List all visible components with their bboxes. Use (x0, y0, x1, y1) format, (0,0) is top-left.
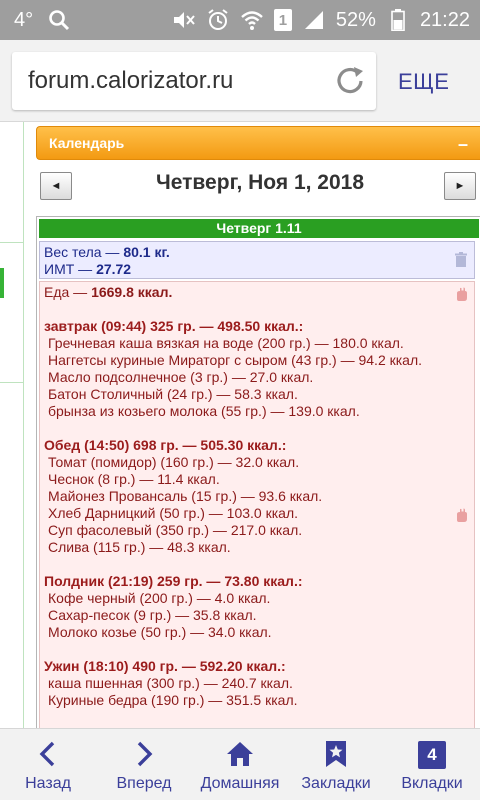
address-bar[interactable]: forum.calorizator.ru (12, 52, 376, 110)
bookmarks-button[interactable]: Закладки (288, 729, 384, 800)
search-icon (47, 8, 71, 32)
meal-title: Обед (14:50) 698 гр. — 505.30 ккал.: (44, 437, 287, 453)
collapse-icon[interactable]: – (458, 134, 468, 155)
trash-icon[interactable] (454, 252, 468, 268)
list-item: Томат (помидор) (160 гр.) — 32.0 ккал. (48, 454, 300, 470)
date-title: Четверг, Ноя 1, 2018 (155, 171, 365, 194)
home-label: Домашняя (200, 775, 280, 792)
more-menu-button[interactable]: ЕЩЕ (398, 69, 449, 95)
next-day-button[interactable]: ► (444, 172, 476, 200)
list-item: Слива (115 гр.) — 48.3 ккал. (48, 539, 231, 555)
food-label: Еда — (44, 284, 92, 300)
signal-icon (302, 8, 326, 32)
food-box: Еда — 1669.8 ккал. завтрак (09:44) 325 г… (39, 281, 475, 728)
forward-label: Вперед (116, 775, 172, 792)
browser-toolbar: forum.calorizator.ru ЕЩЕ (0, 40, 480, 122)
meal-title: завтрак (09:44) 325 гр. — 498.50 ккал.: (44, 318, 304, 334)
page-content: Календарь – ◄ Четверг, Ноя 1, 2018 ► Чет… (0, 122, 480, 728)
tabs-label: Вкладки (401, 775, 463, 792)
home-icon (226, 739, 254, 769)
list-item: Наггетсы куриные Мираторг с сыром (43 гр… (48, 352, 423, 368)
weight-label: Вес тела — (44, 244, 124, 260)
wifi-icon (240, 8, 264, 32)
battery-percent: 52% (335, 8, 376, 31)
list-item: Масло подсолнечное (3 гр.) — 27.0 ккал. (48, 369, 314, 385)
home-button[interactable]: Домашняя (192, 729, 288, 800)
battery-icon (386, 8, 410, 32)
clock: 21:22 (419, 8, 470, 31)
calendar-header[interactable]: Календарь – (36, 126, 480, 160)
back-label: Назад (25, 775, 71, 792)
weight-box: Вес тела — 80.1 кг. ИМТ — 27.72 (39, 241, 475, 279)
list-item: Майонез Провансаль (15 гр.) — 93.6 ккал. (48, 488, 323, 504)
list-item: брынза из козьего молока (55 гр.) — 139.… (48, 403, 360, 419)
chevron-right-icon (130, 739, 158, 769)
list-item: Батон Столичный (24 гр.) — 58.3 ккал. (48, 386, 298, 402)
chevron-left-icon (34, 739, 62, 769)
meal-title: Ужин (18:10) 490 гр. — 592.20 ккал.: (44, 658, 286, 674)
sidebar-divider (0, 382, 24, 383)
tab-count-badge: 4 (418, 741, 446, 769)
calendar-title: Календарь (49, 135, 125, 151)
meal-title: Полдник (21:19) 259 гр. — 73.80 ккал.: (44, 573, 303, 589)
hand-icon[interactable] (454, 508, 468, 522)
list-item: Гречневая каша вязкая на воде (200 гр.) … (48, 335, 404, 351)
bookmarks-label: Закладки (301, 775, 371, 792)
prev-day-button[interactable]: ◄ (40, 172, 72, 200)
list-item: Куриные бедра (190 гр.) — 351.5 ккал. (48, 692, 298, 708)
bmi-value: 27.72 (96, 261, 132, 277)
weight-line: Вес тела — 80.1 кг. (44, 244, 170, 260)
list-item: каша пшенная (300 гр.) — 240.7 ккал. (48, 675, 293, 691)
list-item: Чеснок (8 гр.) — 11.4 ккал. (48, 471, 220, 487)
reload-icon[interactable] (332, 63, 368, 99)
bottom-navigation: Назад Вперед Домашняя Закладки 4 Вкладки (0, 728, 480, 800)
list-item: Молоко козье (50 гр.) — 34.0 ккал. (48, 624, 272, 640)
list-item: Кофе черный (200 гр.) — 4.0 ккал. (48, 590, 271, 606)
sim-badge: 1 (273, 9, 292, 31)
forward-button[interactable]: Вперед (96, 729, 192, 800)
list-item: Суп фасолевый (350 гр.) — 217.0 ккал. (48, 522, 303, 538)
list-item: Сахар-песок (9 гр.) — 35.8 ккал. (48, 607, 257, 623)
weight-value: 80.1 кг. (123, 244, 170, 260)
bmi-label: ИМТ — (44, 261, 97, 277)
temperature: 4° (14, 8, 34, 31)
day-entry: Четверг 1.11 Вес тела — 80.1 кг. ИМТ — 2… (36, 216, 480, 728)
tabs-button[interactable]: 4 Вкладки (384, 729, 480, 800)
hand-icon[interactable] (454, 287, 468, 301)
sidebar-active-marker (0, 268, 4, 298)
back-button[interactable]: Назад (0, 729, 96, 800)
alarm-icon (206, 8, 230, 32)
url-text: forum.calorizator.ru (28, 67, 234, 94)
sidebar-divider (0, 242, 24, 243)
list-item: Хлеб Дарницкий (50 гр.) — 103.0 ккал. (48, 505, 298, 521)
day-header: Четверг 1.11 (39, 219, 479, 238)
mute-icon (172, 8, 196, 32)
status-bar: 4° 1 52% 21:22 (0, 0, 480, 40)
food-value: 1669.8 ккал. (91, 284, 173, 300)
food-total: Еда — 1669.8 ккал. (44, 284, 172, 300)
bookmark-star-icon (322, 739, 350, 769)
bmi-line: ИМТ — 27.72 (44, 261, 131, 277)
left-sidebar-edge (0, 122, 24, 728)
